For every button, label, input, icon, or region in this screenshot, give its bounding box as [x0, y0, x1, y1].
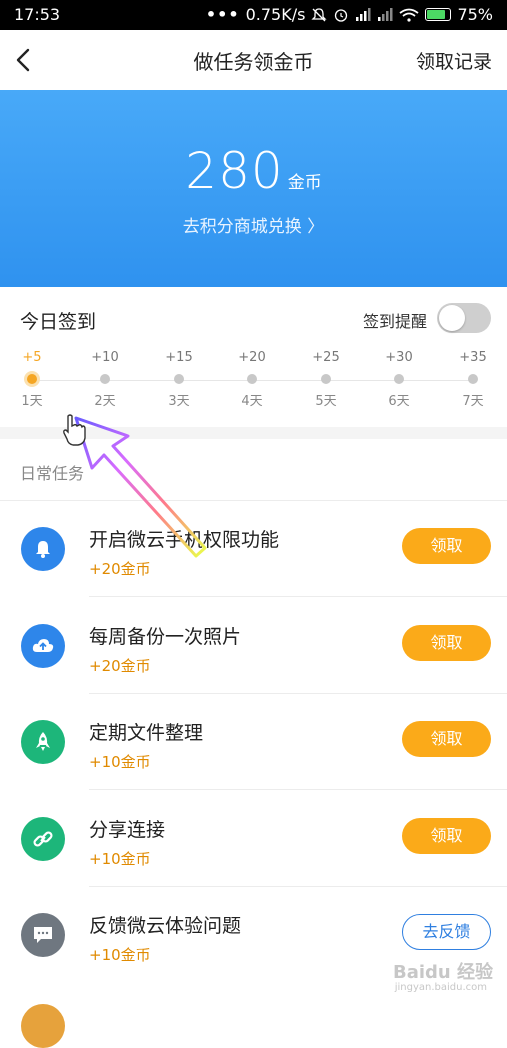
battery-icon [425, 8, 452, 21]
task-reward: +10金币 [89, 850, 151, 868]
claim-history-link[interactable]: 领取记录 [416, 47, 492, 74]
checkin-day-label: 7天 [462, 394, 484, 409]
daily-checkin-section: 今日签到 签到提醒 +5 1天 +10 2天 +15 3天 +20 4天 +25 5天 +30 6天 +… [0, 287, 507, 427]
checkin-day-7: +35 7天 [443, 350, 503, 409]
checkin-day-5: +25 5天 [296, 350, 356, 409]
redeem-link[interactable]: 去积分商城兑换 〉 [0, 212, 507, 237]
task-reward: +10金币 [89, 753, 151, 771]
daily-tasks-title: 日常任务 [20, 464, 85, 483]
mute-bell-icon [311, 7, 328, 21]
checkin-day-points: +30 [385, 350, 413, 365]
task-action-button[interactable]: 领取 [402, 528, 491, 564]
status-dots: ••• [205, 5, 240, 24]
nav-bar: 做任务领金币 领取记录 [0, 30, 507, 90]
section-divider [0, 427, 507, 439]
rocket-icon [21, 720, 65, 764]
checkin-day-dot [27, 374, 37, 384]
checkin-day-1: +5 1天 [2, 350, 62, 409]
task-row: 定期文件整理 +10金币 领取 [0, 694, 507, 790]
checkin-day-4: +20 4天 [222, 350, 282, 409]
alarm-icon [335, 8, 348, 22]
checkin-day-dot [468, 374, 478, 384]
task-divider [89, 596, 507, 597]
task-row: 开启微云手机权限功能 +20金币 领取 [0, 501, 507, 597]
task-name: 反馈微云体验问题 [89, 915, 242, 937]
task-action-button[interactable]: 领取 [402, 625, 491, 661]
checkin-day-points: +5 [22, 350, 42, 365]
reminder-toggle[interactable] [437, 303, 491, 333]
task-action-button[interactable]: 领取 [402, 721, 491, 757]
signal-icon-2 [378, 7, 393, 21]
checkin-day-label: 6天 [388, 394, 410, 409]
battery-level: 75% [457, 5, 493, 24]
watermark-url: jingyan.baidu.com [394, 982, 487, 993]
checkin-day-3: +15 3天 [149, 350, 209, 409]
status-bar: 17:53 ••• 0.75K/s 75% [0, 0, 507, 30]
coin-unit: 金币 [287, 173, 322, 193]
checkin-day-label: 3天 [168, 394, 190, 409]
task-divider [89, 789, 507, 790]
task-reward: +10金币 [89, 946, 151, 964]
checkin-day-label: 5天 [315, 394, 337, 409]
task-row: 分享连接 +10金币 领取 [0, 791, 507, 887]
checkin-day-points: +35 [459, 350, 487, 365]
watermark-logo: Baidu 经验 [392, 962, 493, 983]
checkin-day-dot [321, 374, 331, 384]
wifi-icon [399, 8, 419, 22]
signal-icon [356, 7, 371, 21]
toggle-knob [439, 305, 465, 331]
next-task-icon [21, 1004, 65, 1048]
cloud-upload-icon [21, 624, 65, 668]
checkin-day-label: 4天 [241, 394, 263, 409]
checkin-day-points: +25 [312, 350, 340, 365]
reminder-label: 签到提醒 [362, 312, 427, 331]
coin-balance-banner: 280 金币 去积分商城兑换 〉 [0, 90, 507, 287]
task-row: 每周备份一次照片 +20金币 领取 [0, 598, 507, 694]
checkin-day-dot [100, 374, 110, 384]
message-icon [21, 913, 65, 957]
link-icon [21, 817, 65, 861]
task-name: 定期文件整理 [89, 722, 204, 744]
task-name: 分享连接 [89, 819, 166, 841]
checkin-day-dot [174, 374, 184, 384]
checkin-day-6: +30 6天 [369, 350, 429, 409]
checkin-day-dot [247, 374, 257, 384]
checkin-day-label: 2天 [94, 394, 116, 409]
checkin-day-points: +10 [91, 350, 119, 365]
task-name: 每周备份一次照片 [89, 626, 242, 648]
task-action-button[interactable]: 领取 [402, 818, 491, 854]
coin-balance: 280 [185, 142, 284, 200]
status-time: 17:53 [14, 5, 61, 24]
network-speed: 0.75K/s [245, 5, 306, 24]
checkin-day-2: +10 2天 [75, 350, 135, 409]
checkin-day-points: +20 [238, 350, 266, 365]
checkin-day-dot [394, 374, 404, 384]
bell-icon [21, 527, 65, 571]
checkin-day-label: 1天 [21, 394, 43, 409]
task-reward: +20金币 [89, 657, 151, 675]
task-reward: +20金币 [89, 560, 151, 578]
task-action-button[interactable]: 去反馈 [402, 914, 491, 950]
checkin-title: 今日签到 [20, 311, 97, 333]
checkin-day-points: +15 [165, 350, 193, 365]
task-name: 开启微云手机权限功能 [89, 529, 280, 551]
